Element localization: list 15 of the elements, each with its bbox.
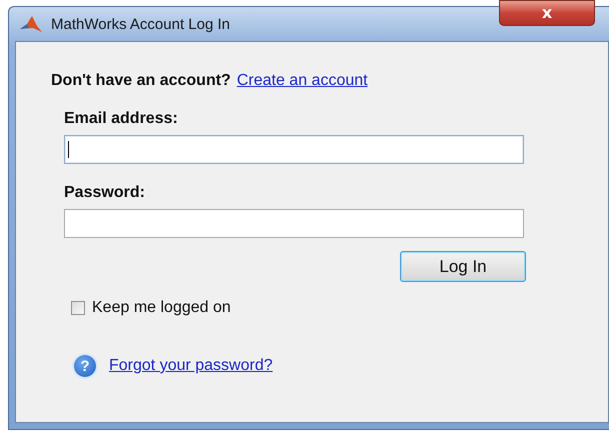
email-field[interactable] [64, 135, 524, 164]
field-label: Password: [64, 184, 145, 202]
peak-logo-icon [19, 14, 43, 34]
forgot-password-link[interactable]: Forgot your password? [109, 357, 273, 375]
create-account-link[interactable]: Create an account [236, 72, 368, 90]
close-button[interactable]: x [499, 0, 595, 26]
help-icon: ? [74, 355, 96, 377]
signup-prompt: Don't have an account? [51, 72, 231, 90]
log-in-button[interactable]: Log In [400, 251, 526, 282]
field-label: Email address: [64, 110, 178, 128]
password-field[interactable] [64, 209, 524, 238]
checkbox-label: Keep me logged on [92, 299, 231, 317]
window-title: MathWorks Account Log In [51, 16, 230, 32]
text-cursor [68, 141, 69, 158]
keep-logged-checkbox[interactable] [71, 301, 85, 315]
